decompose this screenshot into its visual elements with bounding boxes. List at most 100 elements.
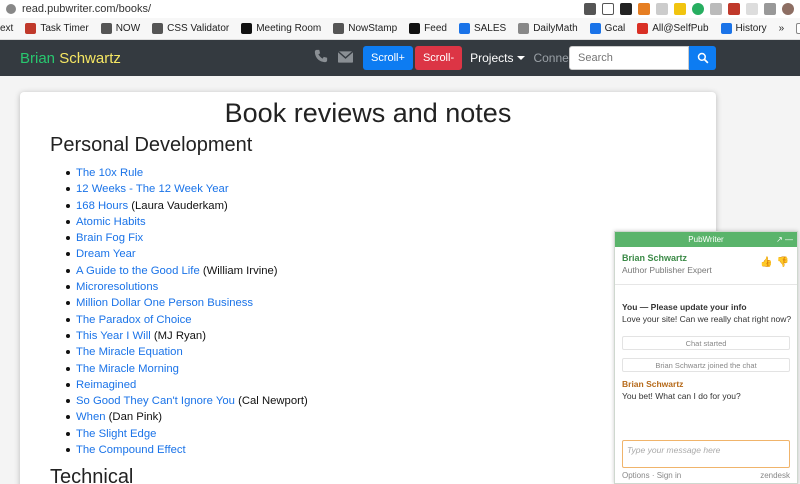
bookmark-favicon-icon: [589, 23, 601, 34]
bookmark-label: SALES: [473, 23, 507, 34]
chat-header[interactable]: PubWriter ↗ —: [615, 232, 797, 247]
scroll-plus-button[interactable]: Scroll+: [363, 46, 413, 70]
book-link[interactable]: 168 Hours: [76, 200, 128, 212]
chevron-down-icon: [517, 56, 526, 60]
list-item: A Guide to the Good Life (William Irvine…: [66, 263, 308, 279]
address-bar[interactable]: read.pubwriter.com/books/: [0, 0, 800, 18]
list-item: 168 Hours (Laura Vauderkam): [66, 198, 308, 214]
options-link[interactable]: Options: [622, 471, 650, 480]
chat-footer: Options · Sign in zendesk: [622, 471, 790, 480]
bookmark-item[interactable]: Feed: [409, 23, 447, 34]
chat-message-input[interactable]: Type your message here: [622, 440, 790, 468]
list-item: The 10x Rule: [66, 165, 308, 181]
extension-icon[interactable]: [638, 3, 650, 15]
bookmark-favicon-icon: [241, 23, 253, 34]
book-author: (MJ Ryan): [150, 329, 206, 342]
projects-label: Projects: [470, 51, 514, 65]
extension-icon[interactable]: [764, 3, 776, 15]
book-link[interactable]: The Compound Effect: [76, 444, 186, 456]
url-text[interactable]: read.pubwriter.com/books/: [22, 3, 584, 15]
list-item: Dream Year: [66, 246, 308, 262]
book-link[interactable]: This Year I Will: [76, 330, 151, 342]
list-item: The Paradox of Choice: [66, 312, 308, 328]
list-item: Brain Fog Fix: [66, 230, 308, 246]
bookmark-item[interactable]: Task Timer: [25, 23, 89, 34]
bookmark-label: Gcal: [604, 23, 626, 34]
bookmark-item[interactable]: Meeting Room: [241, 23, 321, 34]
extension-icon[interactable]: [656, 3, 668, 15]
thumbs-down-icon[interactable]: 👎: [777, 257, 789, 268]
section-heading-technical: Technical: [50, 466, 134, 484]
list-item: The Miracle Equation: [66, 344, 308, 360]
book-link[interactable]: Dream Year: [76, 248, 136, 260]
folder-icon: [796, 23, 800, 34]
book-list: The 10x Rule 12 Weeks - The 12 Week Year 1…: [66, 165, 308, 458]
profile-avatar[interactable]: [782, 3, 794, 15]
scroll-minus-button[interactable]: Scroll-: [414, 46, 463, 70]
book-link[interactable]: The Slight Edge: [76, 428, 156, 440]
extension-icon[interactable]: [746, 3, 758, 15]
book-author: (Laura Vauderkam): [128, 199, 228, 212]
brand-logo[interactable]: Brian Schwartz: [20, 50, 121, 67]
book-author: (Dan Pink): [105, 411, 163, 424]
book-link[interactable]: The Miracle Morning: [76, 363, 179, 375]
book-link[interactable]: Brain Fog Fix: [76, 232, 143, 244]
book-link[interactable]: The Paradox of Choice: [76, 314, 192, 326]
bookmark-label: ext: [0, 23, 14, 34]
extension-icon[interactable]: [620, 3, 632, 15]
sign-in-link[interactable]: Sign in: [657, 471, 681, 480]
bookmark-item[interactable]: ext: [0, 23, 13, 34]
visitor-text: Love your site! Can we really chat right…: [622, 314, 792, 324]
book-link[interactable]: The 10x Rule: [76, 167, 143, 179]
bookmark-star-icon[interactable]: [602, 3, 614, 15]
book-link[interactable]: The Miracle Equation: [76, 346, 183, 358]
chat-started-status: Chat started: [622, 336, 790, 350]
bookmark-item[interactable]: Gcal: [589, 23, 626, 34]
book-link[interactable]: So Good They Can't Ignore You: [76, 395, 235, 407]
book-link[interactable]: 12 Weeks - The 12 Week Year: [76, 183, 229, 195]
book-author: (Cal Newport): [234, 395, 308, 408]
mail-icon[interactable]: [337, 50, 354, 67]
thumbs-up-icon[interactable]: 👍: [760, 257, 772, 268]
book-link[interactable]: Microresolutions: [76, 281, 158, 293]
extension-icon[interactable]: [674, 3, 686, 15]
bookmark-favicon-icon: [409, 23, 421, 34]
book-link[interactable]: Reimagined: [76, 379, 136, 391]
page-title: Book reviews and notes: [224, 98, 512, 128]
projects-dropdown[interactable]: Projects: [470, 51, 526, 65]
list-item: Microresolutions: [66, 279, 308, 295]
bookmark-item[interactable]: All@SelfPub: [637, 23, 709, 34]
search-input[interactable]: [569, 46, 689, 70]
extension-icon[interactable]: [692, 3, 704, 15]
list-item: When (Dan Pink): [66, 409, 308, 425]
chat-window-controls[interactable]: ↗ —: [776, 232, 793, 247]
bookmark-item[interactable]: DailyMath: [518, 23, 578, 34]
book-author: (William Irvine): [199, 264, 278, 277]
info-icon[interactable]: [6, 4, 16, 14]
more-bookmarks-chevron[interactable]: »: [779, 23, 785, 34]
book-link[interactable]: Atomic Habits: [76, 216, 146, 228]
bookmark-item[interactable]: SALES: [458, 23, 507, 34]
bookmark-favicon-icon: [637, 23, 649, 34]
book-link[interactable]: Million Dollar One Person Business: [76, 297, 253, 309]
book-link[interactable]: When: [76, 411, 106, 423]
agent-message-name: Brian Schwartz: [622, 379, 684, 389]
bookmark-favicon-icon: [333, 23, 345, 34]
phone-icon[interactable]: [314, 49, 328, 67]
bookmark-item[interactable]: NOW: [100, 23, 140, 34]
bookmark-item[interactable]: History: [720, 23, 767, 34]
bookmark-item[interactable]: CSS Validator: [152, 23, 229, 34]
extension-icon[interactable]: [710, 3, 722, 15]
bookmark-label: Task Timer: [40, 23, 89, 34]
search-button[interactable]: [689, 46, 716, 70]
bookmarks-bar: ext Task Timer NOW CSS Validator Meeting Roo…: [0, 18, 800, 40]
list-item: Atomic Habits: [66, 214, 308, 230]
book-link[interactable]: A Guide to the Good Life: [76, 265, 200, 277]
extension-icon[interactable]: [728, 3, 740, 15]
reading-list-icon[interactable]: [584, 3, 596, 15]
bookmark-item[interactable]: NowStamp: [333, 23, 397, 34]
bookmark-favicon-icon: [720, 23, 732, 34]
zendesk-logo: zendesk: [760, 471, 790, 480]
rating-buttons: 👍 👎: [760, 257, 789, 268]
navbar-actions: Scroll+ Scroll- Projects Connect: [314, 44, 591, 72]
